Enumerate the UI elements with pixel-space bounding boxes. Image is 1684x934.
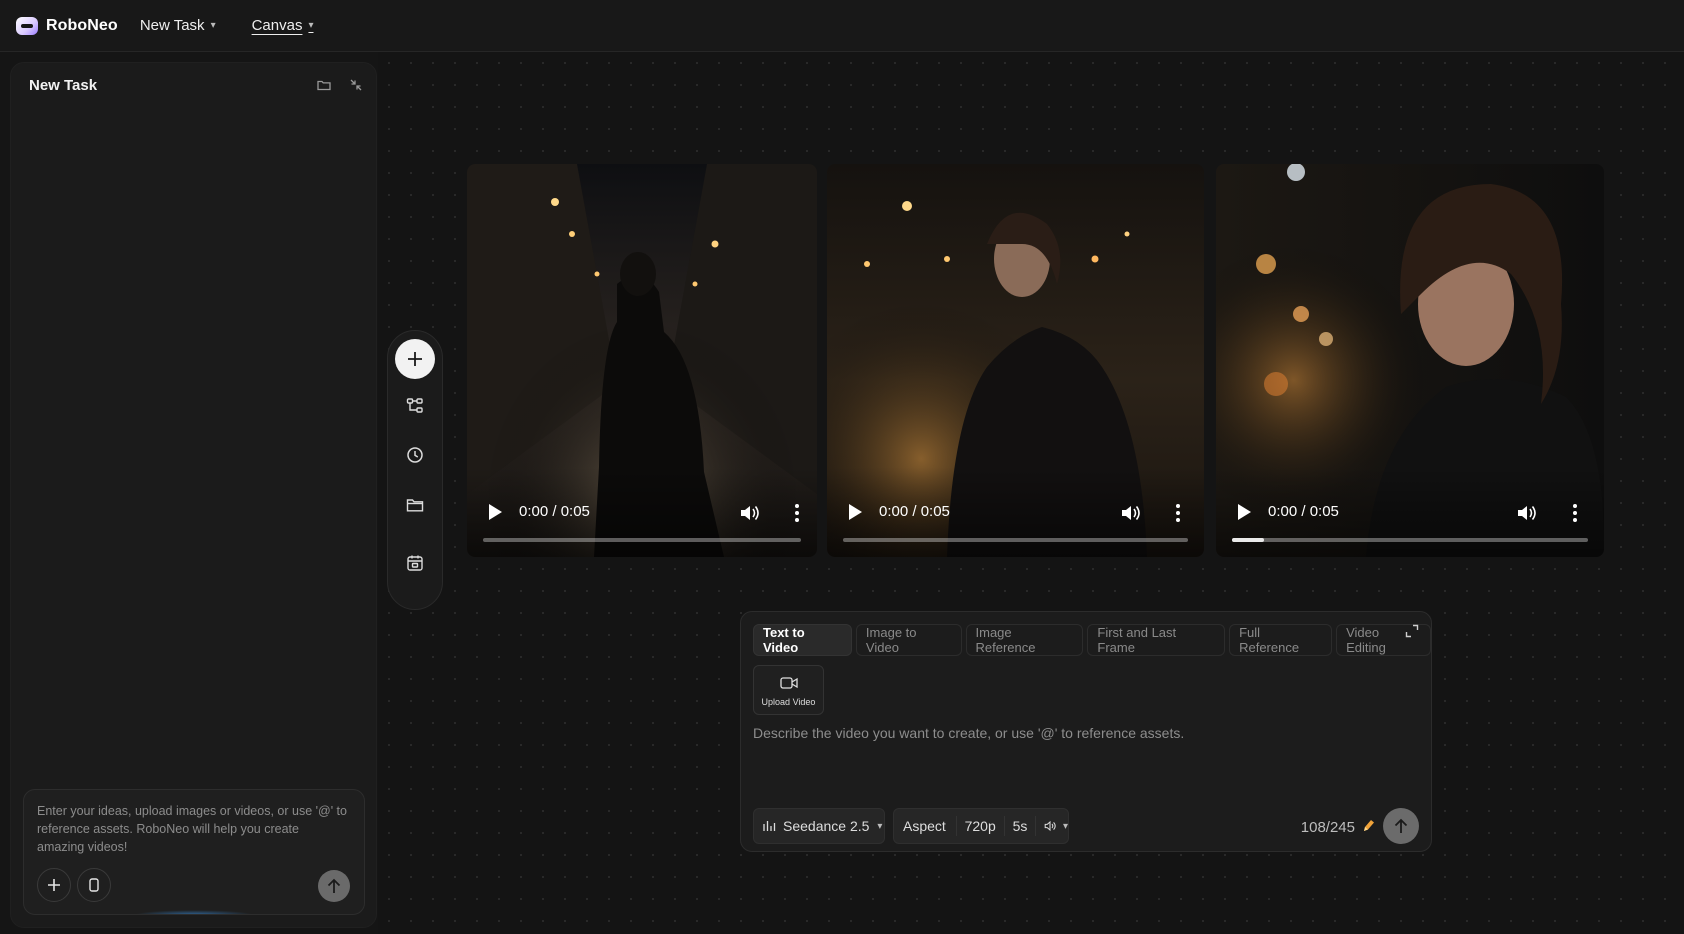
workflow-button[interactable] <box>404 395 426 417</box>
upload-video-label: Upload Video <box>761 697 816 707</box>
pencil-icon <box>1364 820 1374 831</box>
workflow-icon <box>406 398 423 413</box>
chevron-down-icon: ▾ <box>877 820 883 832</box>
panel-title: New Task <box>29 77 98 94</box>
volume-icon[interactable] <box>739 503 761 523</box>
roboneo-logo-icon <box>16 16 38 35</box>
video-time: 0:00 / 0:05 <box>519 503 590 520</box>
volume-icon[interactable] <box>1516 503 1538 523</box>
more-options-icon[interactable] <box>794 503 800 523</box>
play-icon[interactable] <box>487 503 503 521</box>
video-time: 0:00 / 0:05 <box>879 503 950 520</box>
tab-first-last-frame[interactable]: First and Last Frame <box>1087 624 1226 656</box>
calendar-button[interactable] <box>404 552 426 574</box>
collapse-icon[interactable] <box>348 77 364 93</box>
composer-input[interactable]: Enter your ideas, upload images or video… <box>37 802 347 856</box>
resolution-value: 720p <box>964 818 996 834</box>
progress-bar[interactable] <box>483 538 801 542</box>
progress-bar[interactable] <box>1232 538 1588 542</box>
model-name: Seedance 2.5 <box>783 818 870 834</box>
tab-text-to-video[interactable]: Text to Video <box>753 624 852 656</box>
video-card[interactable]: 0:00 / 0:05 <box>467 164 817 557</box>
tab-image-reference[interactable]: Image Reference <box>965 624 1084 656</box>
volume-icon[interactable] <box>1120 503 1142 523</box>
more-options-icon[interactable] <box>1572 503 1578 523</box>
composer-glow <box>134 910 254 914</box>
folder-icon <box>406 499 424 512</box>
chat-composer[interactable]: Enter your ideas, upload images or video… <box>23 789 365 915</box>
progress-fill <box>1232 538 1265 542</box>
top-bar: RoboNeo New Task ▾ Canvas ▾ <box>0 0 1684 52</box>
attach-button[interactable] <box>37 868 71 902</box>
duration-value: 5s <box>1012 818 1028 834</box>
model-bars-icon <box>763 821 776 831</box>
generate-button[interactable] <box>1383 808 1419 844</box>
audio-icon <box>1044 820 1056 832</box>
folder-icon[interactable] <box>316 77 332 93</box>
video-time: 0:00 / 0:05 <box>1268 503 1339 520</box>
chevron-down-icon: ▾ <box>1062 820 1068 832</box>
phone-icon <box>89 878 99 892</box>
calendar-icon <box>407 555 423 571</box>
chat-panel: New Task Enter your ideas, upload images… <box>10 62 377 928</box>
prompt-input[interactable]: Describe the video you want to create, o… <box>753 724 1413 754</box>
canvas-label: Canvas <box>251 17 303 34</box>
canvas-menu[interactable]: Canvas ▾ <box>252 17 314 34</box>
model-selector[interactable]: Seedance 2.5 ▾ <box>753 808 885 844</box>
progress-bar[interactable] <box>843 538 1188 542</box>
canvas-toolbar <box>387 330 443 610</box>
history-button[interactable] <box>404 444 426 466</box>
more-options-icon[interactable] <box>1175 503 1181 523</box>
brand-name: RoboNeo <box>46 16 118 34</box>
new-task-menu[interactable]: New Task ▾ <box>140 17 216 34</box>
play-icon[interactable] <box>847 503 863 521</box>
mode-tabs: Text to Video Image to Video Image Refer… <box>753 624 1432 656</box>
plus-icon <box>408 352 422 366</box>
history-icon <box>407 447 423 463</box>
add-node-button[interactable] <box>395 339 435 379</box>
chevron-down-icon: ▾ <box>308 20 314 31</box>
video-card[interactable]: 0:00 / 0:05 <box>1216 164 1604 557</box>
send-button[interactable] <box>318 870 350 902</box>
credits-counter: 108/245 <box>1300 819 1355 836</box>
chevron-down-icon: ▾ <box>210 20 216 31</box>
plus-icon <box>48 879 60 891</box>
device-button[interactable] <box>77 868 111 902</box>
tab-full-reference[interactable]: Full Reference <box>1229 624 1333 656</box>
arrow-up-icon <box>1394 818 1408 833</box>
upload-video-button[interactable]: Upload Video <box>753 665 824 715</box>
brand-logo[interactable]: RoboNeo <box>16 16 118 35</box>
divider <box>1003 816 1005 836</box>
aspect-label: Aspect <box>903 818 946 834</box>
divider <box>1035 816 1037 836</box>
divider <box>955 816 957 836</box>
play-icon[interactable] <box>1236 503 1252 521</box>
video-settings-selector[interactable]: Aspect 720p 5s ▾ <box>893 808 1069 844</box>
video-prompt-panel: Text to Video Image to Video Image Refer… <box>740 611 1432 852</box>
new-task-label: New Task <box>139 17 205 34</box>
expand-icon[interactable] <box>1405 624 1419 638</box>
assets-button[interactable] <box>404 494 426 516</box>
video-card[interactable]: 0:00 / 0:05 <box>827 164 1204 557</box>
video-camera-icon <box>780 677 798 689</box>
arrow-up-icon <box>327 878 341 893</box>
tab-image-to-video[interactable]: Image to Video <box>855 624 962 656</box>
